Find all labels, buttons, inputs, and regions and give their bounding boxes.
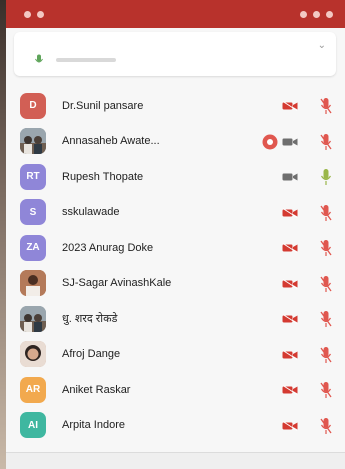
avatar-initials: ZA (26, 242, 40, 254)
video-off-icon[interactable] (282, 207, 298, 218)
participant-name: Dr.Sunil pansare (62, 99, 144, 112)
notification-icon (37, 10, 44, 18)
mic-muted-icon[interactable] (320, 381, 332, 399)
participant-row[interactable]: D Dr.Sunil pansare (6, 88, 345, 124)
avatar: S (20, 199, 46, 226)
avatar (20, 341, 46, 368)
notification-icon (24, 10, 31, 18)
participant-name: 2023 Anurag Doke (62, 241, 154, 254)
participant-name: Afroj Dange (62, 348, 121, 361)
avatar-photo (20, 341, 46, 368)
mic-muted-icon[interactable] (320, 275, 332, 293)
avatar-initials: AR (25, 384, 41, 396)
video-off-icon[interactable] (282, 243, 298, 253)
participant-row[interactable]: Annasaheb Awate... (6, 124, 345, 160)
video-off-icon[interactable] (282, 349, 298, 360)
participant-row[interactable]: RT Rupesh Thopate (6, 159, 345, 195)
mic-muted-icon[interactable] (320, 346, 332, 364)
participant-name: Arpita Indore (62, 419, 125, 432)
avatar: RT (20, 163, 46, 190)
mic-muted-icon[interactable] (320, 204, 332, 222)
audio-level-bar (56, 58, 116, 62)
bottom-bar (6, 452, 345, 469)
video-icon[interactable] (282, 172, 298, 182)
video-icon[interactable] (282, 137, 298, 147)
participant-name: धु. शरद रोकडे (62, 313, 118, 326)
status-left (18, 10, 44, 18)
participant-row[interactable]: Afroj Dange (6, 337, 345, 373)
participant-name: Aniket Raskar (62, 383, 131, 396)
status-bar (6, 0, 345, 28)
avatar: D (20, 92, 46, 119)
avatar-photo (20, 305, 46, 332)
video-off-icon[interactable] (282, 420, 298, 431)
mic-muted-icon[interactable] (320, 310, 332, 328)
avatar: AI (20, 412, 46, 439)
audio-connection-card[interactable]: ⌄ (14, 32, 336, 76)
video-off-icon[interactable] (282, 101, 298, 111)
mic-muted-icon[interactable] (320, 133, 332, 151)
participant-row[interactable]: ZA 2023 Anurag Doke (6, 230, 345, 266)
avatar-photo (20, 270, 46, 297)
avatar-initials: AI (28, 419, 38, 431)
meeting-participants-screen: ⌄ D Dr.Sunil pansare Annasaheb Awate... RT R… (6, 0, 345, 469)
avatar: ZA (20, 234, 46, 261)
participant-row[interactable]: AI Arpita Indore (6, 408, 345, 444)
wifi-icon (300, 10, 307, 18)
participant-name: Rupesh Thopate (62, 170, 144, 183)
avatar-initials: S (29, 206, 37, 218)
avatar-photo (20, 128, 46, 155)
participant-name: Annasaheb Awate... (62, 135, 160, 148)
chevron-down-icon[interactable]: ⌄ (318, 40, 326, 51)
avatar (20, 128, 46, 155)
participant-name: SJ-Sagar AvinashKale (62, 277, 172, 290)
participant-row[interactable]: AR Aniket Raskar (6, 372, 345, 408)
avatar-initials: RT (26, 171, 40, 183)
avatar: AR (20, 376, 46, 403)
battery-icon (326, 10, 333, 18)
video-off-icon[interactable] (282, 278, 298, 289)
participant-list: D Dr.Sunil pansare Annasaheb Awate... RT Rup… (6, 88, 345, 443)
status-right (300, 10, 333, 18)
avatar (20, 305, 46, 332)
participant-row[interactable]: धु. शरद रोकडे (6, 301, 345, 337)
video-off-icon[interactable] (282, 314, 298, 324)
microphone-icon (35, 54, 43, 63)
avatar (20, 270, 46, 297)
signal-icon (313, 10, 320, 18)
mic-muted-icon[interactable] (320, 417, 332, 435)
microphone-icon[interactable] (320, 168, 332, 186)
video-off-icon[interactable] (282, 385, 298, 395)
mic-muted-icon[interactable] (320, 239, 332, 257)
card-subtitle-row (34, 54, 116, 66)
recording-icon (262, 134, 278, 149)
avatar-initials: D (29, 100, 37, 112)
participant-row[interactable]: Ssskulawade (6, 195, 345, 231)
mic-muted-icon[interactable] (320, 97, 332, 115)
participant-row[interactable]: SJ-Sagar AvinashKale (6, 266, 345, 302)
participant-name: sskulawade (62, 206, 120, 219)
